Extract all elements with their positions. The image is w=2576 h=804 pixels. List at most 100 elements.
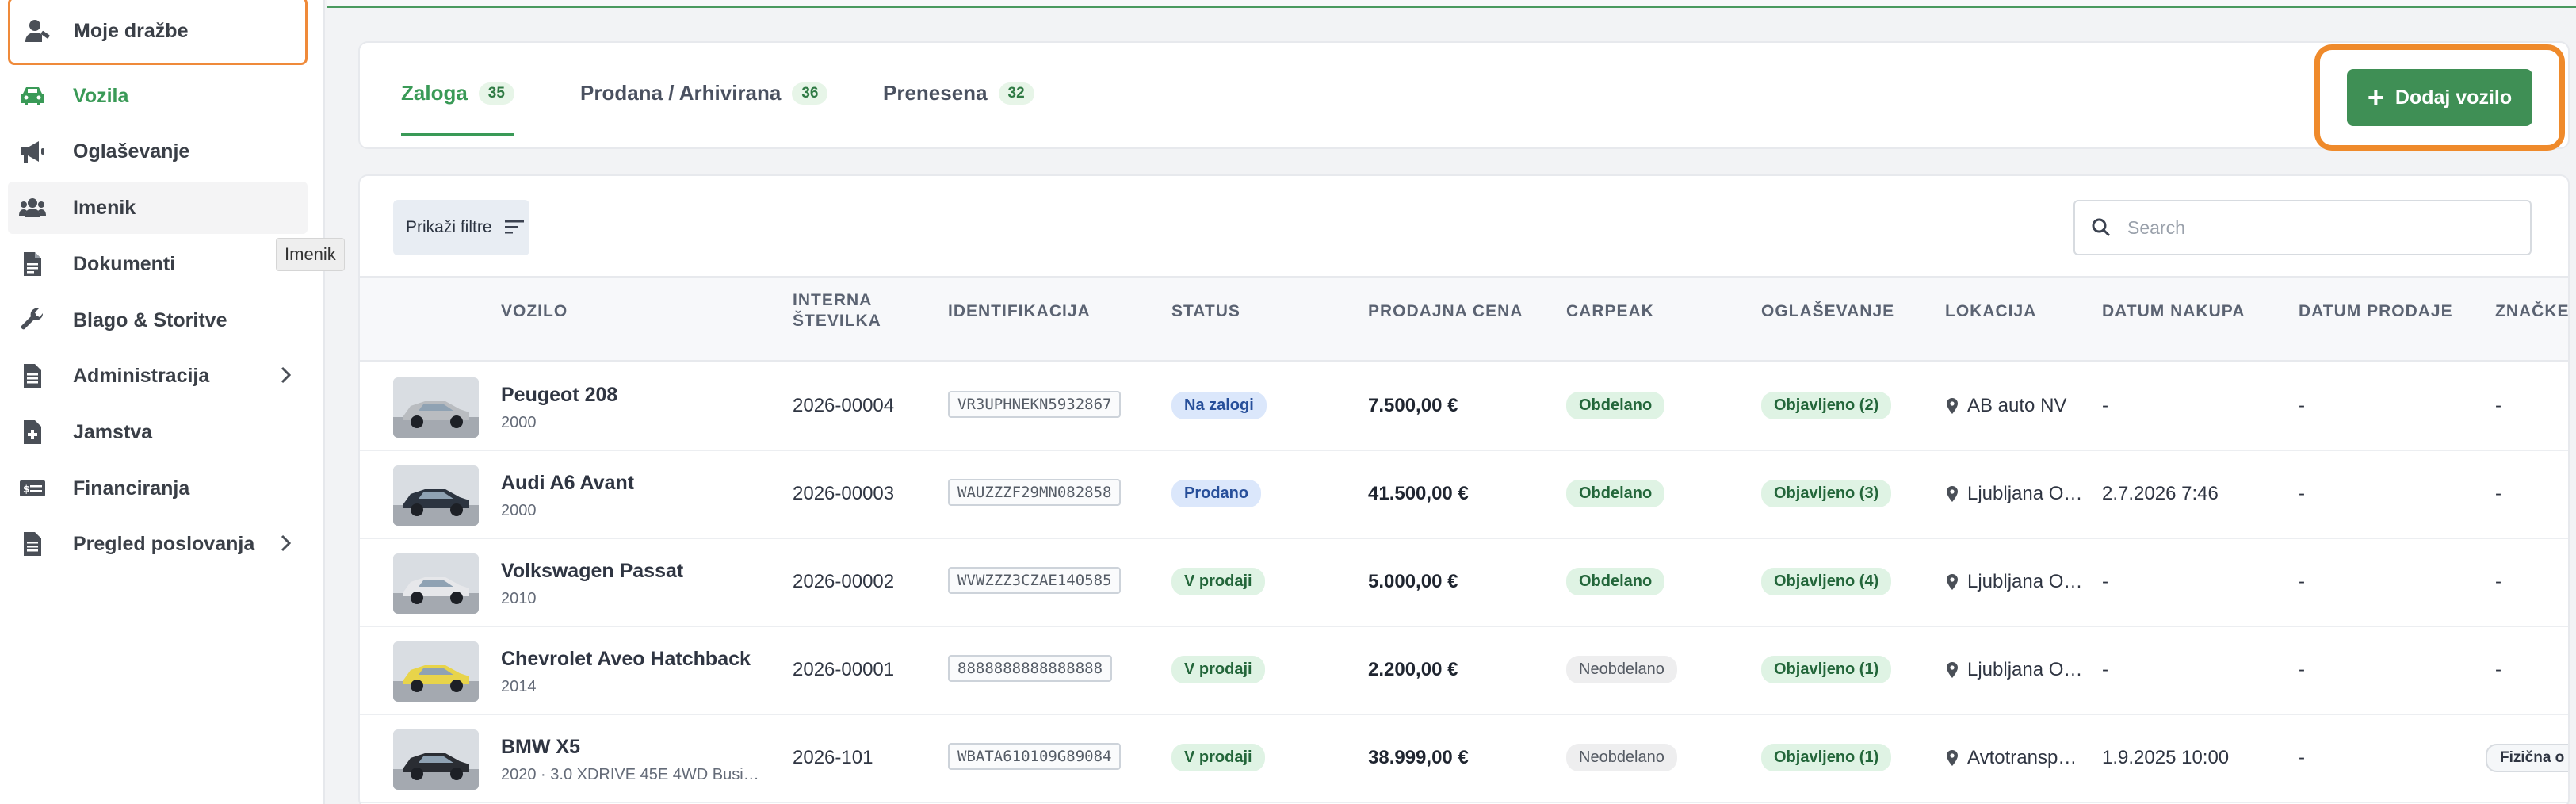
internal-number: 2026-00003 [793,483,895,504]
map-pin-icon [1947,750,1958,766]
wrench-icon [19,307,52,334]
tab-prenesena[interactable]: Prenesena 32 [883,81,1034,136]
sidebar-item-imenik[interactable]: Imenik [8,182,308,234]
tags-cell: - [2495,659,2501,680]
carpeak-badge: Obdelano [1566,568,1665,595]
location-cell: Avtotransp… [1945,747,2077,769]
sale-price: 41.500,00 € [1368,483,1469,504]
vehicle-name[interactable]: Chevrolet Aveo Hatchback [501,648,751,671]
location-text: AB auto NV [1967,395,2067,416]
column-header-znacke[interactable]: ZNAČKE [2495,301,2568,322]
table-row[interactable]: Volkswagen Passat 2010 2026-00002 WVWZZZ3CZ… [360,539,2568,627]
vin-code: WAUZZZF29MN082858 [948,479,1122,506]
purchase-date: 2.7.2026 7:46 [2102,483,2219,504]
sidebar-item-oglasevanje[interactable]: Oglaševanje [8,125,308,178]
search-input[interactable] [2127,216,2508,239]
add-vehicle-button[interactable]: + Dodaj vozilo [2347,69,2532,126]
vehicle-name[interactable]: Volkswagen Passat [501,560,683,583]
vehicle-year: 2000 [501,414,537,431]
purchase-date: - [2102,659,2108,680]
tab-prodana-arhivirana[interactable]: Prodana / Arhivirana 36 [580,81,828,136]
sidebar-item-financiranja[interactable]: $ Financiranja [8,462,308,515]
map-pin-icon [1947,398,1958,414]
sidebar-item-dokumenti[interactable]: Dokumenti [8,238,308,290]
table-row[interactable]: Chevrolet Aveo Hatchback 2014 2026-00001 88… [360,627,2568,715]
location-cell: AB auto NV [1945,395,2066,417]
advertising-badge[interactable]: Objavljeno (1) [1761,656,1892,683]
status-badge: V prodaji [1171,744,1265,771]
money-card-icon: $ [19,475,52,502]
sale-date: - [2299,395,2305,416]
user-gavel-icon [25,17,58,44]
add-vehicle-label: Dodaj vozilo [2394,86,2513,109]
table-row[interactable]: Peugeot 208 2000 2026-00004 VR3UPHNEKN59328… [360,363,2568,451]
table-row[interactable]: Audi A6 Avant 2000 2026-00003 WAUZZZF29MN08… [360,451,2568,539]
sidebar-item-label: Blago & Storitve [73,308,227,331]
advertising-badge[interactable]: Objavljeno (2) [1761,392,1892,419]
tab-zaloga[interactable]: Zaloga 35 [401,81,514,136]
tab-count-badge: 35 [478,82,514,105]
top-accent-line [327,0,2576,8]
tab-label: Prenesena [883,81,988,105]
advertising-badge[interactable]: Objavljeno (1) [1761,744,1892,771]
column-header-vozilo[interactable]: VOZILO [501,301,568,322]
sidebar-item-moje-drazbe[interactable]: Moje dražbe [8,0,308,65]
file-plus-icon [19,419,52,446]
internal-number: 2026-101 [793,747,873,768]
vehicle-name[interactable]: Audi A6 Avant [501,472,634,495]
sale-date: - [2299,747,2305,768]
carpeak-badge: Neobdelano [1566,744,1677,771]
sidebar-item-label: Jamstva [73,420,153,443]
column-header-identifikacija[interactable]: IDENTIFIKACIJA [948,301,1091,322]
tab-count-badge: 36 [792,82,828,105]
location-text: Ljubljana O… [1967,659,2083,680]
column-header-datum-nakupa[interactable]: DATUM NAKUPA [2102,301,2245,322]
sidebar-item-pregled-poslovanja[interactable]: Pregled poslovanja [8,518,308,570]
sidebar-item-label: Imenik [73,196,136,219]
sidebar-item-vozila[interactable]: Vozila [8,70,308,122]
sale-price: 38.999,00 € [1368,747,1469,768]
sidebar-item-blago-storitve[interactable]: Blago & Storitve [8,294,308,346]
purchase-date: - [2102,571,2108,592]
vin-code: WVWZZZ3CZAE140585 [948,567,1122,594]
column-header-oglasevanje[interactable]: OGLAŠEVANJE [1761,301,1894,322]
sidebar-item-administracija[interactable]: Administracija [8,350,308,402]
tag-chip: Fizična o [2486,744,2568,772]
show-filters-button[interactable]: Prikaži filtre [393,200,529,255]
advertising-badge[interactable]: Objavljeno (3) [1761,480,1892,507]
vehicle-year: 2020 · 3.0 XDRIVE 45E 4WD Busi… [501,766,759,783]
sidebar-item-label: Moje dražbe [74,19,189,42]
location-cell: Ljubljana O… [1945,483,2082,505]
vehicle-name[interactable]: BMW X5 [501,736,580,759]
tab-count-badge: 32 [998,82,1034,105]
sidebar-item-jamstva[interactable]: Jamstva [8,406,308,458]
sidebar-item-label: Oglaševanje [73,140,190,163]
vehicle-thumbnail [393,729,479,790]
column-header-status[interactable]: STATUS [1171,301,1240,322]
tabs-card: Zaloga 35 Prodana / Arhivirana 36 Prenes… [358,41,2570,149]
column-header-carpeak[interactable]: CARPEAK [1566,301,1654,322]
advertising-badge[interactable]: Objavljeno (4) [1761,568,1892,595]
sale-price: 5.000,00 € [1368,571,1458,592]
column-header-datum-prodaje[interactable]: DATUM PRODAJE [2299,301,2453,322]
filter-lines-icon [504,220,524,234]
vehicle-thumbnail [393,641,479,702]
column-header-interna-stevilka[interactable]: INTERNA ŠTEVILKA [793,290,888,331]
tooltip: Imenik [276,238,345,271]
sidebar-item-label: Vozila [73,84,129,107]
purchase-date: - [2102,395,2108,416]
vehicle-name[interactable]: Peugeot 208 [501,384,617,407]
table-row[interactable]: BMW X5 2020 · 3.0 XDRIVE 45E 4WD Busi… 202… [360,715,2568,803]
tab-label: Prodana / Arhivirana [580,81,782,105]
plus-icon: + [2367,81,2384,113]
chevron-right-icon [281,534,292,552]
status-badge: V prodaji [1171,656,1265,683]
table-header: VOZILO INTERNA ŠTEVILKA IDENTIFIKACIJA S… [360,276,2568,362]
column-header-prodajna-cena[interactable]: PRODAJNA CENA [1368,301,1523,322]
map-pin-icon [1947,574,1958,590]
vehicle-thumbnail [393,377,479,438]
tags-cell: - [2495,483,2501,504]
carpeak-badge: Neobdelano [1566,656,1677,683]
column-header-lokacija[interactable]: LOKACIJA [1945,301,2036,322]
location-text: Ljubljana O… [1967,483,2083,504]
